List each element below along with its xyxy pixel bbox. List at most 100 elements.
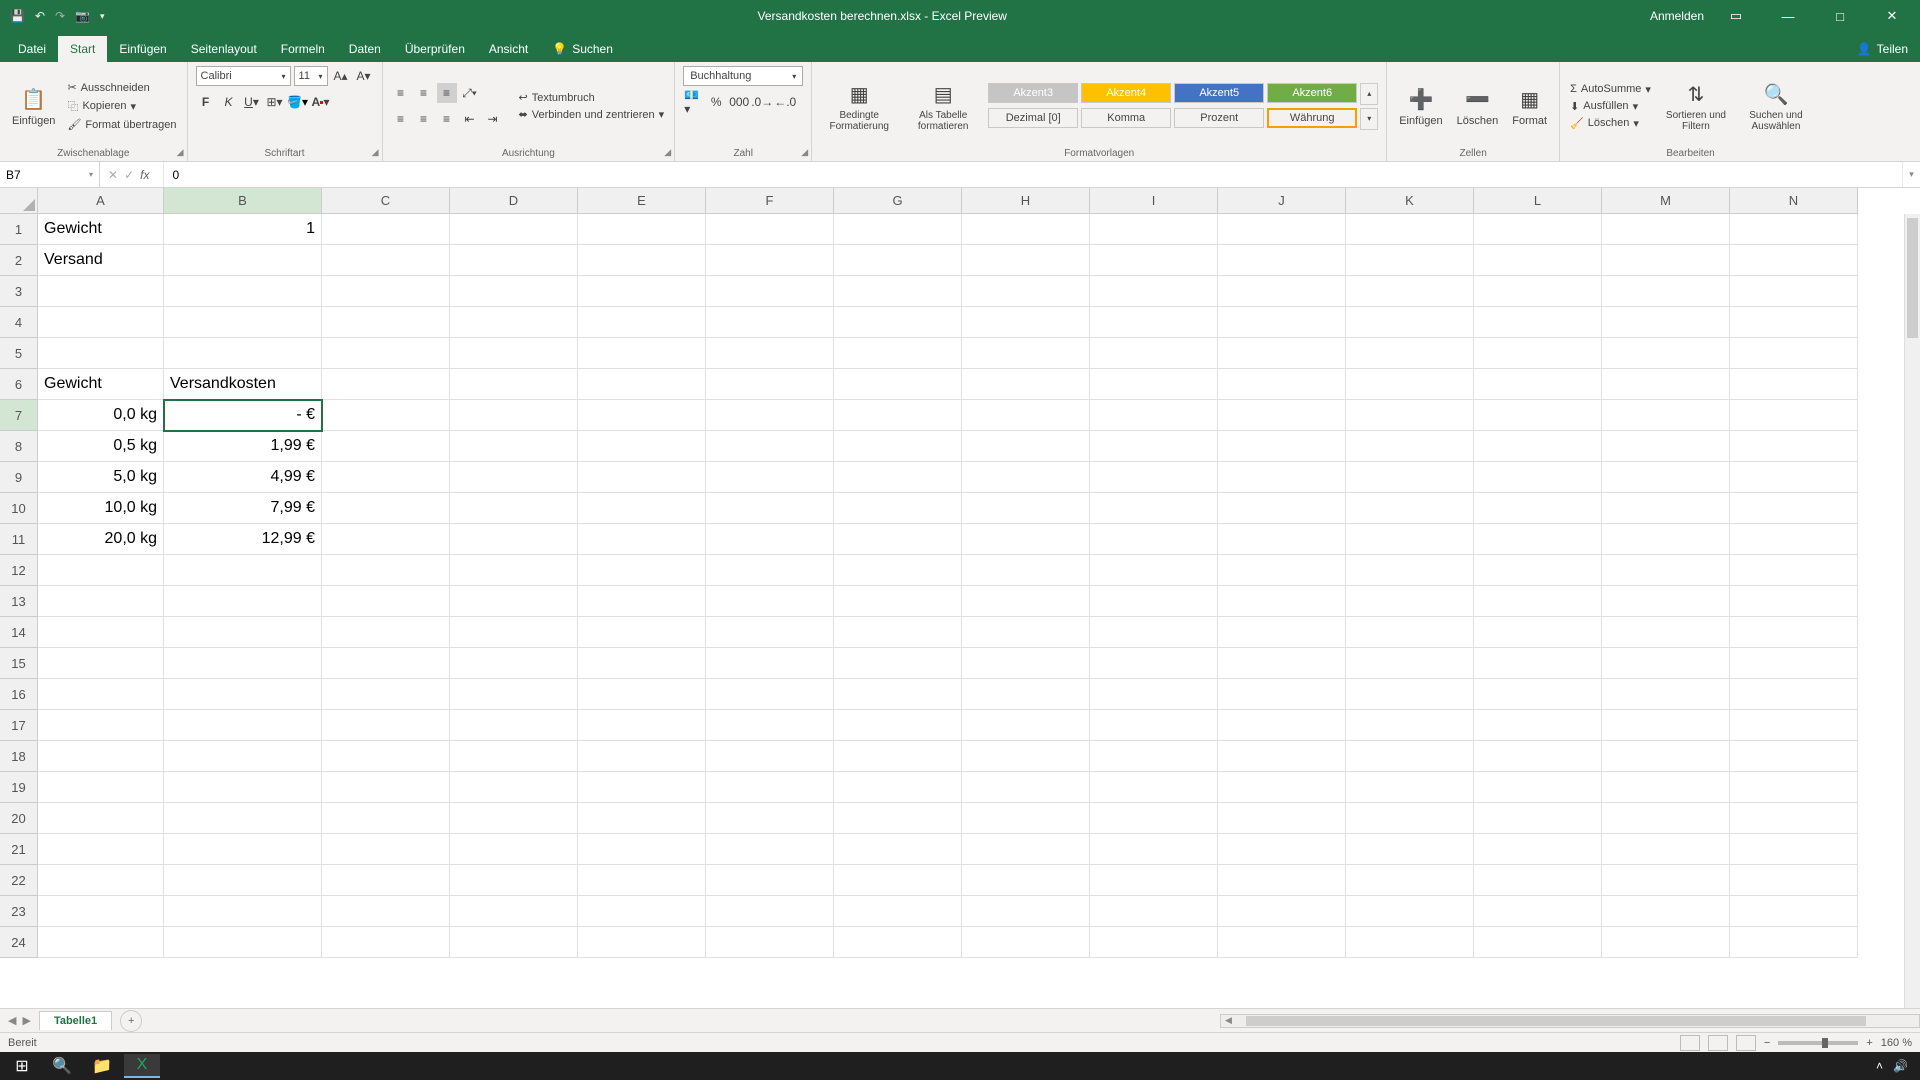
cell-N15[interactable] — [1730, 648, 1858, 679]
cell-L6[interactable] — [1474, 369, 1602, 400]
row-header-2[interactable]: 2 — [0, 245, 38, 276]
cell-B4[interactable] — [164, 307, 322, 338]
indent-inc-icon[interactable]: ⇥ — [483, 109, 503, 129]
cell-D23[interactable] — [450, 896, 578, 927]
copy-button[interactable]: ⿻Kopieren ▾ — [65, 97, 178, 115]
cell-A16[interactable] — [38, 679, 164, 710]
cell-F12[interactable] — [706, 555, 834, 586]
cell-K7[interactable] — [1346, 400, 1474, 431]
tab-formeln[interactable]: Formeln — [269, 36, 337, 62]
cell-M2[interactable] — [1602, 245, 1730, 276]
accounting-format-icon[interactable]: 💶▾ — [683, 92, 703, 112]
cell-M9[interactable] — [1602, 462, 1730, 493]
cell-I5[interactable] — [1090, 338, 1218, 369]
cell-N16[interactable] — [1730, 679, 1858, 710]
cell-N2[interactable] — [1730, 245, 1858, 276]
cell-L22[interactable] — [1474, 865, 1602, 896]
cell-J23[interactable] — [1218, 896, 1346, 927]
cell-E20[interactable] — [578, 803, 706, 834]
cell-B6[interactable]: Versandkosten — [164, 369, 322, 400]
row-header-8[interactable]: 8 — [0, 431, 38, 462]
cell-J13[interactable] — [1218, 586, 1346, 617]
zoom-level[interactable]: 160 % — [1881, 1037, 1912, 1049]
column-header-B[interactable]: B — [164, 188, 322, 214]
cell-H8[interactable] — [962, 431, 1090, 462]
cell-I16[interactable] — [1090, 679, 1218, 710]
cell-L1[interactable] — [1474, 214, 1602, 245]
sheet-tab-tabelle1[interactable]: Tabelle1 — [39, 1011, 112, 1030]
share-button[interactable]: 👤Teilen — [1845, 36, 1920, 62]
cell-A4[interactable] — [38, 307, 164, 338]
cell-G13[interactable] — [834, 586, 962, 617]
style-waehrung[interactable]: Währung — [1267, 108, 1357, 128]
cell-G12[interactable] — [834, 555, 962, 586]
cell-G8[interactable] — [834, 431, 962, 462]
style-gallery-more-icon[interactable]: ▾ — [1360, 108, 1378, 130]
cell-M3[interactable] — [1602, 276, 1730, 307]
cell-C2[interactable] — [322, 245, 450, 276]
cell-H21[interactable] — [962, 834, 1090, 865]
cell-G23[interactable] — [834, 896, 962, 927]
cell-N6[interactable] — [1730, 369, 1858, 400]
cell-L8[interactable] — [1474, 431, 1602, 462]
column-header-M[interactable]: M — [1602, 188, 1730, 214]
cell-B3[interactable] — [164, 276, 322, 307]
cell-M17[interactable] — [1602, 710, 1730, 741]
cell-L11[interactable] — [1474, 524, 1602, 555]
cell-J21[interactable] — [1218, 834, 1346, 865]
tab-start[interactable]: Start — [58, 36, 107, 62]
fill-button[interactable]: ⬇Ausfüllen ▾ — [1568, 99, 1653, 114]
cell-K4[interactable] — [1346, 307, 1474, 338]
cell-D5[interactable] — [450, 338, 578, 369]
cell-M16[interactable] — [1602, 679, 1730, 710]
fx-icon[interactable]: fx — [140, 168, 149, 182]
cell-E11[interactable] — [578, 524, 706, 555]
cell-N8[interactable] — [1730, 431, 1858, 462]
cell-C6[interactable] — [322, 369, 450, 400]
cell-D12[interactable] — [450, 555, 578, 586]
cell-H7[interactable] — [962, 400, 1090, 431]
cell-E23[interactable] — [578, 896, 706, 927]
cell-G3[interactable] — [834, 276, 962, 307]
cell-E5[interactable] — [578, 338, 706, 369]
sheet-nav-next-icon[interactable]: ▶ — [22, 1014, 30, 1027]
cell-F22[interactable] — [706, 865, 834, 896]
cell-J6[interactable] — [1218, 369, 1346, 400]
tab-daten[interactable]: Daten — [337, 36, 393, 62]
cell-A14[interactable] — [38, 617, 164, 648]
cell-H24[interactable] — [962, 927, 1090, 958]
cell-C9[interactable] — [322, 462, 450, 493]
cell-L15[interactable] — [1474, 648, 1602, 679]
cell-D21[interactable] — [450, 834, 578, 865]
format-cells-button[interactable]: ▦Format — [1508, 83, 1551, 129]
cell-H13[interactable] — [962, 586, 1090, 617]
cell-E2[interactable] — [578, 245, 706, 276]
cell-M21[interactable] — [1602, 834, 1730, 865]
undo-icon[interactable]: ↶ — [35, 9, 45, 23]
row-header-18[interactable]: 18 — [0, 741, 38, 772]
cell-F23[interactable] — [706, 896, 834, 927]
cell-C23[interactable] — [322, 896, 450, 927]
cell-J15[interactable] — [1218, 648, 1346, 679]
dialog-launcher-icon[interactable]: ◢ — [664, 147, 671, 158]
format-as-table-button[interactable]: ▤Als Tabelle formatieren — [904, 78, 982, 134]
cell-F8[interactable] — [706, 431, 834, 462]
cell-B14[interactable] — [164, 617, 322, 648]
cell-N17[interactable] — [1730, 710, 1858, 741]
cell-M8[interactable] — [1602, 431, 1730, 462]
cell-J2[interactable] — [1218, 245, 1346, 276]
cell-E9[interactable] — [578, 462, 706, 493]
cell-C13[interactable] — [322, 586, 450, 617]
grow-font-icon[interactable]: A▴ — [331, 66, 351, 86]
row-header-21[interactable]: 21 — [0, 834, 38, 865]
cell-K18[interactable] — [1346, 741, 1474, 772]
cell-J20[interactable] — [1218, 803, 1346, 834]
column-header-N[interactable]: N — [1730, 188, 1858, 214]
cell-I18[interactable] — [1090, 741, 1218, 772]
cell-E13[interactable] — [578, 586, 706, 617]
cell-D19[interactable] — [450, 772, 578, 803]
style-komma[interactable]: Komma — [1081, 108, 1171, 128]
cell-K5[interactable] — [1346, 338, 1474, 369]
cell-A20[interactable] — [38, 803, 164, 834]
cell-K24[interactable] — [1346, 927, 1474, 958]
